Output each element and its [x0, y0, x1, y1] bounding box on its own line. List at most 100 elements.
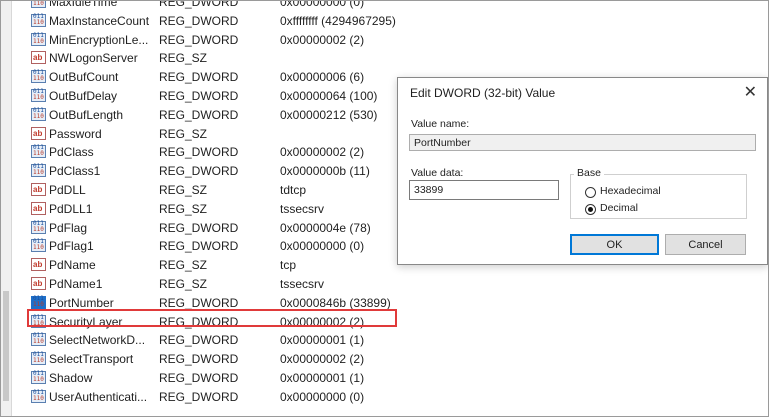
value-data: tcp: [280, 258, 297, 273]
binary-value-icon: [31, 314, 46, 328]
value-data: 0x00000002 (2): [280, 352, 365, 367]
binary-value-icon: [31, 32, 46, 46]
registry-row[interactable]: NWLogonServer REG_SZ: [1, 49, 421, 68]
registry-row[interactable]: Password REG_SZ: [1, 125, 421, 144]
value-name-field: PortNumber: [409, 134, 756, 151]
registry-row[interactable]: UserAuthenticati... REG_DWORD 0x00000000 (…: [1, 388, 421, 407]
value-type: REG_SZ: [159, 276, 208, 291]
hexadecimal-label[interactable]: Hexadecimal: [600, 185, 661, 197]
value-data: 0x00000002 (2): [280, 145, 365, 160]
value-type: REG_SZ: [159, 126, 208, 141]
value-data: 0x00000002 (2): [280, 32, 365, 47]
value-data: 0x0000846b (33899): [280, 295, 391, 310]
value-data: 0x0000000b (11): [280, 164, 370, 179]
value-name: OutBufLength: [49, 107, 124, 122]
registry-row[interactable]: PdDLL1 REG_SZ tssecsrv: [1, 200, 421, 219]
value-type: REG_DWORD: [159, 145, 239, 160]
binary-value-icon: [31, 239, 46, 253]
value-name: SelectTransport: [49, 352, 134, 367]
string-value-icon: [31, 51, 46, 65]
registry-value-list: MaxIdleTime REG_DWORD 0x00000000 (0) MaxIns…: [1, 0, 421, 407]
registry-row[interactable]: MaxIdleTime REG_DWORD 0x00000000 (0): [1, 0, 421, 12]
value-name: PdFlag1: [49, 239, 94, 254]
binary-value-icon: [31, 13, 46, 27]
binary-value-icon: [31, 70, 46, 84]
value-data: tssecsrv: [280, 276, 325, 291]
ok-button[interactable]: OK: [570, 234, 659, 255]
string-value-icon: [31, 182, 46, 196]
string-value-icon: [31, 201, 46, 215]
value-name: PdFlag: [49, 220, 88, 235]
binary-value-icon: [31, 164, 46, 178]
close-icon[interactable]: ✕: [744, 82, 757, 102]
value-data: 0xffffffff (4294967295): [280, 13, 396, 28]
binary-value-icon: [31, 389, 46, 403]
value-name: PdClass: [49, 145, 94, 160]
registry-row[interactable]: PdDLL REG_SZ tdtcp: [1, 181, 421, 200]
binary-value-icon: [31, 352, 46, 366]
registry-row[interactable]: MaxInstanceCount REG_DWORD 0xffffffff (429…: [1, 12, 421, 31]
registry-row[interactable]: SelectNetworkD... REG_DWORD 0x00000001 (1): [1, 331, 421, 350]
value-type: REG_DWORD: [159, 370, 239, 385]
value-data: 0x00000000 (0): [280, 389, 365, 404]
value-name: SelectNetworkD...: [49, 333, 146, 348]
value-type: REG_SZ: [159, 201, 208, 216]
registry-row[interactable]: PdFlag REG_DWORD 0x0000004e (78): [1, 219, 421, 238]
value-data: 0x00000000 (0): [280, 0, 365, 9]
registry-row[interactable]: PdClass REG_DWORD 0x00000002 (2): [1, 143, 421, 162]
value-type: REG_DWORD: [159, 352, 239, 367]
base-group: Hexadecimal Decimal: [570, 174, 747, 219]
decimal-radio[interactable]: [585, 204, 596, 215]
registry-row[interactable]: OutBufDelay REG_DWORD 0x00000064 (100): [1, 87, 421, 106]
value-name: NWLogonServer: [49, 51, 138, 66]
value-name: MaxInstanceCount: [49, 13, 150, 28]
decimal-label[interactable]: Decimal: [600, 202, 638, 214]
value-name: MaxIdleTime: [49, 0, 118, 9]
registry-row[interactable]: PdName REG_SZ tcp: [1, 256, 421, 275]
string-value-icon: [31, 126, 46, 140]
value-name: MinEncryptionLe...: [49, 32, 149, 47]
value-data: 0x00000212 (530): [280, 107, 378, 122]
binary-value-icon: [31, 145, 46, 159]
registry-row[interactable]: PdFlag1 REG_DWORD 0x00000000 (0): [1, 237, 421, 256]
value-type: REG_DWORD: [159, 239, 239, 254]
registry-row[interactable]: OutBufLength REG_DWORD 0x00000212 (530): [1, 106, 421, 125]
binary-value-icon: [31, 88, 46, 102]
value-data: 0x00000001 (1): [280, 370, 365, 385]
value-type: REG_SZ: [159, 182, 208, 197]
value-data: 0x0000004e (78): [280, 220, 371, 235]
value-name: PdDLL1: [49, 201, 93, 216]
registry-row[interactable]: PdName1 REG_SZ tssecsrv: [1, 275, 421, 294]
value-data: 0x00000002 (2): [280, 314, 365, 329]
registry-row[interactable]: MinEncryptionLe... REG_DWORD 0x00000002 (2…: [1, 31, 421, 50]
registry-row[interactable]: Shadow REG_DWORD 0x00000001 (1): [1, 369, 421, 388]
registry-row[interactable]: PortNumber REG_DWORD 0x0000846b (33899): [1, 294, 421, 313]
registry-row[interactable]: SecurityLayer REG_DWORD 0x00000002 (2): [1, 313, 421, 332]
registry-row[interactable]: SelectTransport REG_DWORD 0x00000002 (2): [1, 350, 421, 369]
value-name: Shadow: [49, 370, 93, 385]
value-type: REG_DWORD: [159, 32, 239, 47]
value-name: Password: [49, 126, 102, 141]
value-name: PortNumber: [49, 295, 114, 310]
value-name: PdDLL: [49, 182, 86, 197]
registry-row[interactable]: PdClass1 REG_DWORD 0x0000000b (11): [1, 162, 421, 181]
binary-value-icon: [31, 220, 46, 234]
registry-editor-window: MaxIdleTime REG_DWORD 0x00000000 (0) MaxIns…: [0, 0, 769, 417]
value-name-label: Value name:: [411, 118, 470, 130]
value-name: PdName: [49, 258, 96, 273]
value-data: 0x00000006 (6): [280, 70, 365, 85]
hexadecimal-radio[interactable]: [585, 187, 596, 198]
registry-row[interactable]: OutBufCount REG_DWORD 0x00000006 (6): [1, 68, 421, 87]
value-type: REG_SZ: [159, 51, 208, 66]
value-data: tssecsrv: [280, 201, 325, 216]
value-data-input[interactable]: 33899: [409, 180, 559, 200]
value-name: OutBufCount: [49, 70, 119, 85]
value-type: REG_DWORD: [159, 13, 239, 28]
value-type: REG_DWORD: [159, 107, 239, 122]
value-type: REG_SZ: [159, 258, 208, 273]
edit-dword-dialog: Edit DWORD (32-bit) Value ✕ Value name: …: [397, 77, 768, 265]
cancel-button[interactable]: Cancel: [665, 234, 746, 255]
binary-value-icon: [31, 333, 46, 347]
value-data: 0x00000064 (100): [280, 88, 378, 103]
value-type: REG_DWORD: [159, 164, 239, 179]
